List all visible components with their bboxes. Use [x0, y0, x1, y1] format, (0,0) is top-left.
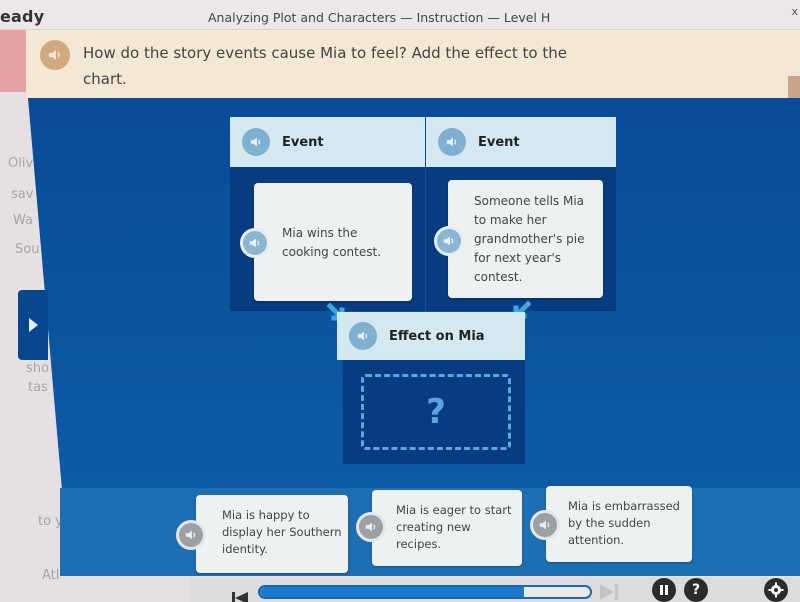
event-card-1: Mia wins the cooking contest.: [254, 183, 412, 301]
speaker-icon: [49, 50, 60, 60]
help-button[interactable]: ?: [684, 578, 708, 602]
prompt-text: How do the story events cause Mia to fee…: [83, 44, 567, 88]
event-2-audio-button[interactable]: [438, 128, 466, 156]
event-header-label: Event: [478, 134, 520, 150]
speaker-icon: [443, 236, 454, 246]
settings-button[interactable]: [764, 578, 788, 602]
pause-icon: [660, 585, 668, 595]
event-card-text: Someone tells Mia to make her grandmothe…: [474, 194, 585, 284]
event-column-2: Event Someone tells Mia to make her gran…: [426, 117, 616, 311]
speaker-icon: [249, 238, 260, 248]
speaker-icon: [357, 331, 368, 341]
story-panel-toggle[interactable]: [18, 290, 48, 360]
speaker-icon: [446, 137, 457, 147]
effect-drop-zone[interactable]: ?: [361, 374, 511, 450]
prompt-corner-tab: [788, 76, 800, 100]
prompt-audio-button[interactable]: [40, 40, 70, 70]
event-header-1: Event: [230, 117, 425, 167]
progress-bar[interactable]: [258, 585, 592, 599]
story-text-line: sav: [11, 187, 34, 202]
event-card-2: Someone tells Mia to make her grandmothe…: [448, 180, 603, 298]
question-mark-icon: ?: [426, 392, 446, 432]
expand-arrow-icon: [28, 318, 38, 332]
effect-header-label: Effect on Mia: [389, 328, 485, 344]
close-button[interactable]: x: [791, 5, 798, 18]
speaker-icon: [539, 520, 550, 530]
pause-button[interactable]: [652, 578, 676, 602]
answer-choice-2-audio-button[interactable]: [356, 512, 386, 542]
speaker-icon: [185, 530, 196, 540]
event-card-2-audio-button[interactable]: [434, 226, 464, 256]
story-text-line: tas: [28, 380, 48, 395]
answer-choice-1[interactable]: Mia is happy to display her Southern ide…: [196, 495, 348, 573]
event-header-2: Event: [426, 117, 616, 167]
answer-choice-3-audio-button[interactable]: [530, 510, 560, 540]
top-bar: eady Analyzing Plot and Characters — Ins…: [0, 0, 800, 30]
answer-choice-text: Mia is happy to display her Southern ide…: [222, 508, 342, 556]
event-card-1-audio-button[interactable]: [240, 228, 270, 258]
event-1-audio-button[interactable]: [242, 128, 270, 156]
answer-choice-text: Mia is embarrassed by the sudden attenti…: [568, 499, 680, 547]
previous-icon[interactable]: [232, 592, 248, 602]
story-text-line: sho: [26, 361, 49, 376]
next-icon[interactable]: [600, 584, 622, 600]
progress-fill: [260, 587, 524, 597]
lesson-title: Analyzing Plot and Characters — Instruct…: [208, 10, 551, 25]
answer-choice-2[interactable]: Mia is eager to start creating new recip…: [372, 490, 522, 566]
event-column-1: Event Mia wins the cooking contest.: [230, 117, 425, 311]
effect-audio-button[interactable]: [349, 322, 377, 350]
story-text-line: Wa: [13, 213, 33, 228]
story-text-line: Atl: [42, 568, 60, 583]
event-card-text: Mia wins the cooking contest.: [282, 226, 382, 259]
effect-header: Effect on Mia: [337, 312, 525, 360]
effect-column: Effect on Mia ?: [337, 312, 525, 464]
answer-choice-text: Mia is eager to start creating new recip…: [396, 503, 512, 551]
speaker-icon: [365, 522, 376, 532]
story-text-line: Oliv: [8, 156, 34, 171]
answer-choice-3[interactable]: Mia is embarrassed by the sudden attenti…: [546, 486, 692, 562]
answer-choice-1-audio-button[interactable]: [176, 520, 206, 550]
speaker-icon: [250, 137, 261, 147]
event-header-label: Event: [282, 134, 324, 150]
brand-logo: eady: [0, 7, 45, 26]
story-highlight-strip: [0, 30, 26, 92]
gear-icon: [768, 582, 784, 598]
story-text-line: Sou: [15, 242, 40, 257]
